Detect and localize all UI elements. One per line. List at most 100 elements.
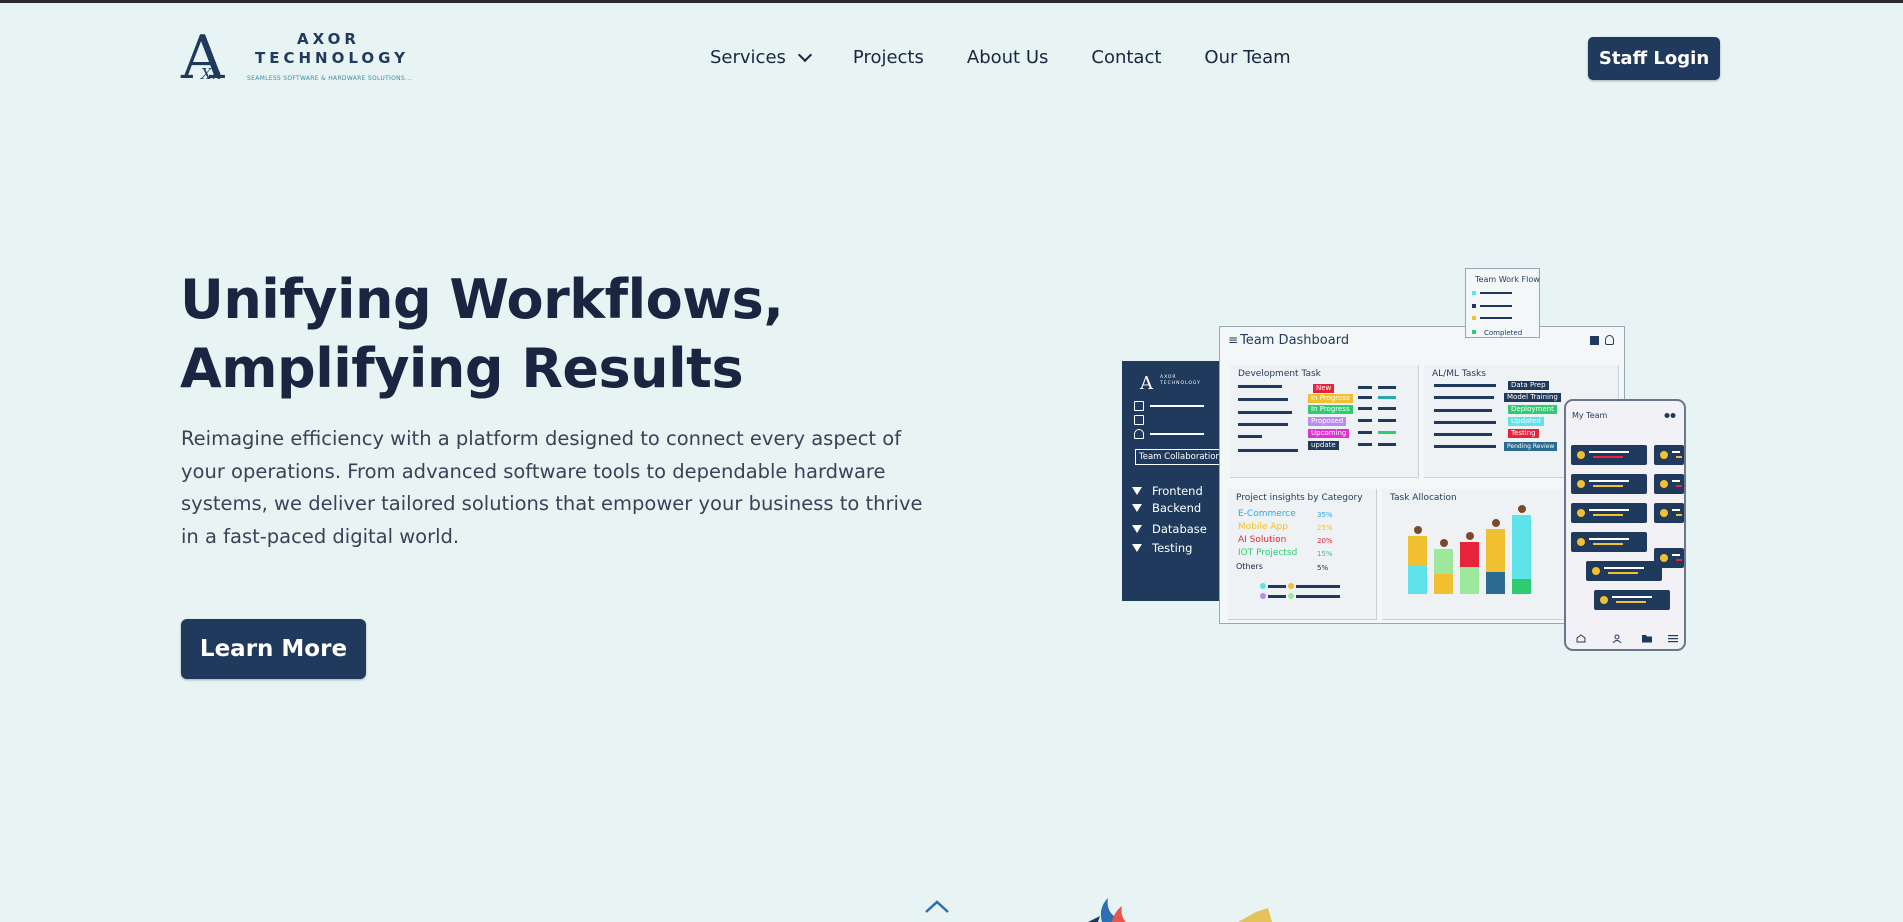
illus-sidebar-item: Frontend xyxy=(1132,484,1203,498)
illus-line xyxy=(1589,480,1629,482)
partner-logo-house-icon xyxy=(925,900,949,913)
illus-line xyxy=(1676,456,1682,458)
illus-line xyxy=(1480,305,1512,307)
illus-team-card xyxy=(1654,503,1684,523)
illus-status-badge: Model Training xyxy=(1504,393,1561,402)
nav-item-contact[interactable]: Contact xyxy=(1091,47,1161,68)
user-icon xyxy=(1612,634,1622,643)
illus-team-card xyxy=(1594,590,1670,610)
allocation-bar-segment xyxy=(1434,574,1453,594)
triangle-down-icon xyxy=(1132,504,1142,512)
triangle-down-icon xyxy=(1132,487,1142,495)
illus-insights-title: Project insights by Category xyxy=(1236,493,1363,503)
person-avatar-icon xyxy=(1466,532,1474,540)
illus-category-pct: 35% xyxy=(1317,511,1333,519)
illus-sidebar-item: Database xyxy=(1132,522,1207,536)
illus-category-label: IOT Projectsd xyxy=(1238,548,1298,558)
illus-line xyxy=(1612,596,1652,598)
illus-status-badge: Upcoming xyxy=(1308,429,1350,438)
triangle-down-icon xyxy=(1132,525,1142,533)
illus-phone-my-team: My Team xyxy=(1564,399,1686,651)
allocation-bar-segment xyxy=(1486,529,1505,572)
logo-name-line2: TECHNOLOGY xyxy=(255,49,409,67)
illus-line xyxy=(1358,396,1372,399)
illus-line xyxy=(1378,407,1396,410)
illus-insights-panel: Project insights by Category E-Commerce 3… xyxy=(1228,489,1377,620)
illus-status-badge: Proposed xyxy=(1308,417,1347,426)
illus-line xyxy=(1434,384,1496,387)
avatar xyxy=(1592,567,1600,575)
main-nav: Services Projects About Us Contact Our T… xyxy=(710,47,1334,68)
logo-mark-sub: Xn xyxy=(201,65,222,83)
illus-category-label: AI Solution xyxy=(1238,535,1287,545)
menu-icon: ≡ xyxy=(1228,333,1239,347)
illus-sidebar: A AXOR TECHNOLOGY Team Collaboration Fro… xyxy=(1122,361,1225,601)
illus-line xyxy=(1434,421,1496,424)
illus-sidebar-item-label: Frontend xyxy=(1152,484,1203,498)
avatar xyxy=(1577,451,1585,459)
illus-status-badge: In Progress xyxy=(1308,405,1353,414)
home-icon xyxy=(1576,634,1586,643)
nav-item-our-team[interactable]: Our Team xyxy=(1204,47,1290,68)
illus-status-badge: Pending Review xyxy=(1504,442,1558,451)
illus-line xyxy=(1378,396,1396,399)
learn-more-button[interactable]: Learn More xyxy=(181,619,366,679)
nav-item-about-us[interactable]: About Us xyxy=(967,47,1049,68)
hero-title-line1: Unifying Workflows, xyxy=(180,268,784,331)
legend-dot xyxy=(1472,316,1476,320)
illus-line xyxy=(1150,433,1204,435)
illus-line xyxy=(1604,567,1644,569)
brand-logo[interactable]: A Xn AXOR TECHNOLOGY SEAMLESS SOFTWARE &… xyxy=(181,28,412,89)
nav-item-services[interactable]: Services xyxy=(710,47,812,68)
illus-status-badge: Data Prep xyxy=(1508,381,1549,390)
nav-item-projects[interactable]: Projects xyxy=(853,47,924,68)
dots-icon xyxy=(1664,413,1676,418)
user-icon xyxy=(1605,335,1614,345)
illus-team-workflow: Team Work Flow Completed xyxy=(1465,268,1540,338)
illus-line xyxy=(1589,451,1629,453)
illus-line xyxy=(1434,433,1492,436)
illus-collab-button: Team Collaboration xyxy=(1135,449,1225,465)
illus-line xyxy=(1238,411,1292,414)
illus-line xyxy=(1378,419,1396,422)
person-avatar-icon xyxy=(1492,519,1500,527)
legend-dot xyxy=(1472,304,1476,308)
illus-logo-text: AXOR TECHNOLOGY xyxy=(1160,375,1201,386)
user-icon xyxy=(1134,429,1144,439)
nav-item-label: Contact xyxy=(1091,47,1162,68)
nav-item-label: Services xyxy=(710,47,786,68)
illus-line xyxy=(1672,554,1680,556)
illus-line xyxy=(1150,405,1204,407)
illus-line xyxy=(1480,317,1512,319)
illus-line xyxy=(1676,485,1682,487)
illus-line xyxy=(1238,385,1282,388)
illus-category-pct: 20% xyxy=(1317,537,1333,545)
allocation-bar-segment xyxy=(1408,566,1427,594)
illus-line xyxy=(1593,485,1623,487)
staff-login-button[interactable]: Staff Login xyxy=(1588,37,1720,80)
allocation-bar-segment xyxy=(1512,515,1531,579)
illus-line xyxy=(1593,514,1623,516)
nav-item-label: Our Team xyxy=(1204,47,1291,68)
illus-line xyxy=(1434,396,1494,399)
avatar xyxy=(1577,509,1585,517)
illus-dev-task-title: Development Task xyxy=(1238,369,1321,379)
illus-sidebar-item-label: Testing xyxy=(1152,541,1193,555)
illus-team-card xyxy=(1571,503,1647,523)
illus-team-card xyxy=(1654,474,1684,494)
illus-line xyxy=(1358,443,1372,446)
illus-line xyxy=(1358,431,1372,434)
avatar xyxy=(1660,451,1668,459)
logo-tagline: SEAMLESS SOFTWARE & HARDWARE SOLUTIONS..… xyxy=(247,75,412,82)
illus-sidebar-item-label: Backend xyxy=(1152,501,1202,515)
illus-line xyxy=(1672,480,1680,482)
avatar xyxy=(1660,480,1668,488)
illus-team-workflow-title: Team Work Flow xyxy=(1475,275,1540,284)
allocation-bar-segment xyxy=(1460,542,1479,567)
logo-name-line1: AXOR xyxy=(297,30,360,48)
illus-status-badge: update xyxy=(1308,441,1339,450)
illus-team-card xyxy=(1571,474,1647,494)
illus-line xyxy=(1676,514,1682,516)
legend-dot xyxy=(1472,330,1476,334)
menu-icon xyxy=(1668,635,1678,643)
